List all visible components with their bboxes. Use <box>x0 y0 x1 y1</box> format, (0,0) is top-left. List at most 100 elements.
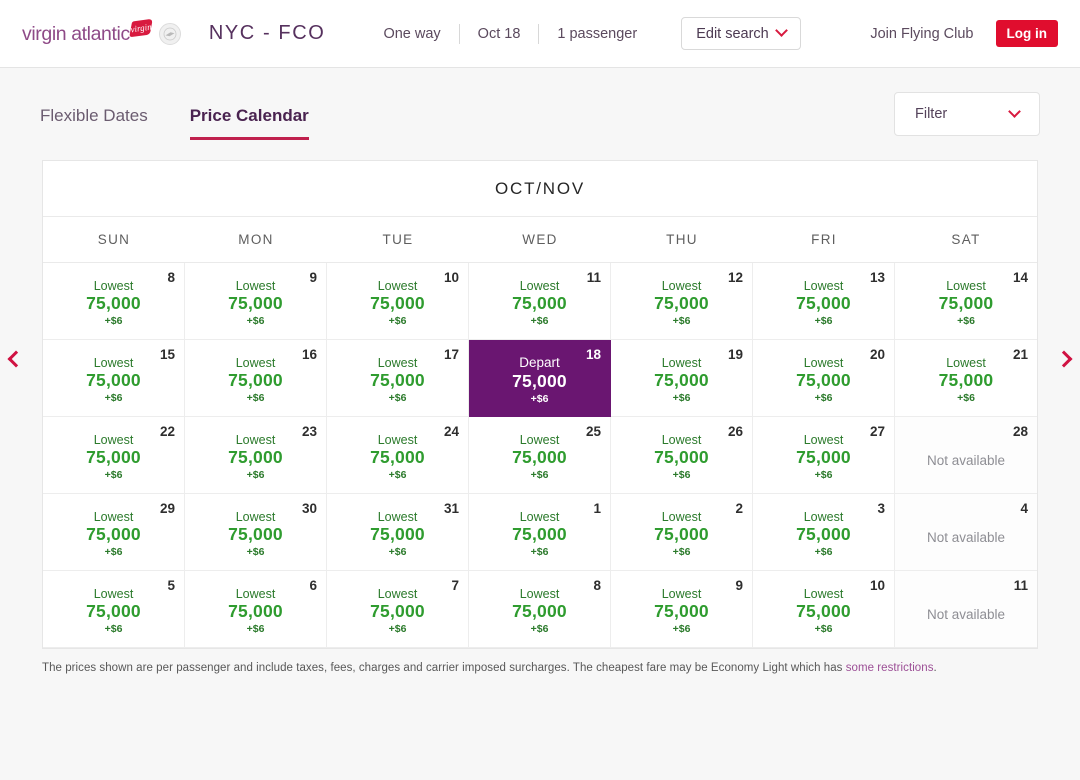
calendar-tax-value: +$6 <box>388 623 407 636</box>
calendar-day-cell[interactable]: 26 Lowest 75,000 +$6 <box>611 417 753 494</box>
tab-flexible-dates[interactable]: Flexible Dates <box>40 106 148 140</box>
login-button[interactable]: Log in <box>995 20 1058 47</box>
calendar-tax-value: +$6 <box>672 392 691 405</box>
calendar-day-number: 16 <box>301 347 317 362</box>
calendar-tax-value: +$6 <box>246 623 265 636</box>
calendar-day-number: 11 <box>586 270 601 285</box>
calendar-day-cell[interactable]: 12 Lowest 75,000 +$6 <box>611 263 753 340</box>
calendar-price-value: 75,000 <box>86 370 141 391</box>
calendar-tax-value: +$6 <box>814 469 833 482</box>
calendar-area: OCT/NOV SUN MON TUE WED THU FRI SAT 8 Low… <box>0 160 1080 674</box>
calendar-day-cell[interactable]: 25 Lowest 75,000 +$6 <box>469 417 611 494</box>
calendar-day-number: 10 <box>869 578 885 593</box>
calendar-day-cell[interactable]: 27 Lowest 75,000 +$6 <box>753 417 895 494</box>
calendar-tax-value: +$6 <box>672 623 691 636</box>
tabs-row: Flexible Dates Price Calendar Filter <box>0 68 1080 160</box>
calendar-day-cell[interactable]: 22 Lowest 75,000 +$6 <box>43 417 185 494</box>
calendar-lowest-label: Lowest <box>235 279 276 294</box>
calendar-day-cell[interactable]: 23 Lowest 75,000 +$6 <box>185 417 327 494</box>
calendar-price-value: 75,000 <box>796 524 851 545</box>
calendar-price-value: 75,000 <box>86 601 141 622</box>
calendar-day-cell[interactable]: 7 Lowest 75,000 +$6 <box>327 571 469 648</box>
calendar-day-cell[interactable]: 19 Lowest 75,000 +$6 <box>611 340 753 417</box>
calendar-tax-value: +$6 <box>530 623 549 636</box>
calendar-day-cell[interactable]: 24 Lowest 75,000 +$6 <box>327 417 469 494</box>
calendar-price-value: 75,000 <box>370 524 425 545</box>
calendar-day-number: 28 <box>1012 424 1028 439</box>
disclaimer-text-before: The prices shown are per passenger and i… <box>42 662 846 674</box>
calendar-day-cell[interactable]: 10 Lowest 75,000 +$6 <box>753 571 895 648</box>
calendar-lowest-label: Lowest <box>93 510 134 525</box>
tab-price-calendar[interactable]: Price Calendar <box>189 106 309 140</box>
calendar-day-cell[interactable]: 6 Lowest 75,000 +$6 <box>185 571 327 648</box>
calendar-day-number: 23 <box>301 424 317 439</box>
calendar-day-cell[interactable]: 2 Lowest 75,000 +$6 <box>611 494 753 571</box>
calendar-depart-label: Depart <box>519 355 560 371</box>
calendar-day-cell[interactable]: 3 Lowest 75,000 +$6 <box>753 494 895 571</box>
calendar-day-cell[interactable]: 17 Lowest 75,000 +$6 <box>327 340 469 417</box>
summary-trip-type: One way <box>383 25 441 42</box>
calendar-day-number: 25 <box>585 424 601 439</box>
calendar-day-cell[interactable]: 13 Lowest 75,000 +$6 <box>753 263 895 340</box>
calendar-day-cell[interactable]: 18 Depart 75,000 +$6 <box>469 340 611 417</box>
calendar-day-cell[interactable]: 20 Lowest 75,000 +$6 <box>753 340 895 417</box>
calendar-lowest-label: Lowest <box>519 279 560 294</box>
calendar-day-number: 12 <box>727 270 743 285</box>
previous-dates-button[interactable] <box>2 343 26 375</box>
calendar-price-value: 75,000 <box>512 371 567 391</box>
calendar-day-cell[interactable]: 5 Lowest 75,000 +$6 <box>43 571 185 648</box>
calendar-price-value: 75,000 <box>512 601 567 622</box>
calendar-price-value: 75,000 <box>796 447 851 468</box>
some-restrictions-link[interactable]: some restrictions <box>846 662 934 674</box>
calendar-tax-value: +$6 <box>246 469 265 482</box>
calendar-lowest-label: Lowest <box>93 587 134 602</box>
calendar-day-cell[interactable]: 10 Lowest 75,000 +$6 <box>327 263 469 340</box>
filter-button[interactable]: Filter <box>894 92 1040 136</box>
calendar-day-cell[interactable]: 9 Lowest 75,000 +$6 <box>185 263 327 340</box>
calendar-tax-value: +$6 <box>814 392 833 405</box>
edit-search-button[interactable]: Edit search <box>681 17 801 50</box>
calendar-tax-value: +$6 <box>530 315 549 328</box>
brand-wordmark: virgin atlantic <box>22 22 130 45</box>
day-header-tue: TUE <box>382 232 414 247</box>
calendar-day-cell[interactable]: 21 Lowest 75,000 +$6 <box>895 340 1037 417</box>
brand-logo[interactable]: virgin atlantic virgin <box>22 18 181 45</box>
calendar-tax-value: +$6 <box>530 546 549 559</box>
calendar-tax-value: +$6 <box>104 392 123 405</box>
calendar-day-cell[interactable]: 8 Lowest 75,000 +$6 <box>469 571 611 648</box>
calendar-price-value: 75,000 <box>654 293 709 314</box>
route-title: NYC - FCO <box>208 22 326 44</box>
calendar-day-cell[interactable]: 9 Lowest 75,000 +$6 <box>611 571 753 648</box>
calendar-tax-value: +$6 <box>957 315 975 328</box>
calendar-day-cell[interactable]: 14 Lowest 75,000 +$6 <box>895 263 1037 340</box>
calendar-lowest-label: Lowest <box>661 433 702 448</box>
calendar-day-cell[interactable]: 31 Lowest 75,000 +$6 <box>327 494 469 571</box>
calendar-grid: 8 Lowest 75,000 +$6 9 Lowest 75,000 +$6 10 Lowest… <box>43 263 1037 648</box>
calendar-day-number: 8 <box>167 270 175 285</box>
calendar-day-cell[interactable]: 16 Lowest 75,000 +$6 <box>185 340 327 417</box>
chevron-left-icon <box>7 350 25 368</box>
join-flying-club-link[interactable]: Join Flying Club <box>870 26 973 42</box>
calendar-day-number: 30 <box>301 501 317 516</box>
next-dates-button[interactable] <box>1054 343 1078 375</box>
calendar-day-number: 3 <box>877 501 885 516</box>
calendar-day-cell[interactable]: 29 Lowest 75,000 +$6 <box>43 494 185 571</box>
site-header: virgin atlantic virgin NYC - FCO One way… <box>0 0 1080 68</box>
calendar-price-value: 75,000 <box>512 447 567 468</box>
calendar-price-value: 75,000 <box>370 601 425 622</box>
calendar-day-cell[interactable]: 8 Lowest 75,000 +$6 <box>43 263 185 340</box>
calendar-month-header: OCT/NOV <box>43 161 1037 217</box>
calendar-day-cell[interactable]: 1 Lowest 75,000 +$6 <box>469 494 611 571</box>
calendar-tax-value: +$6 <box>814 546 833 559</box>
price-calendar: OCT/NOV SUN MON TUE WED THU FRI SAT 8 Low… <box>42 160 1038 649</box>
calendar-price-value: 75,000 <box>86 524 141 545</box>
calendar-day-number: 22 <box>159 424 175 439</box>
calendar-day-number: 19 <box>727 347 743 362</box>
calendar-day-cell[interactable]: 15 Lowest 75,000 +$6 <box>43 340 185 417</box>
calendar-day-cell[interactable]: 11 Lowest 75,000 +$6 <box>469 263 611 340</box>
calendar-lowest-label: Lowest <box>93 433 134 448</box>
calendar-day-cell[interactable]: 30 Lowest 75,000 +$6 <box>185 494 327 571</box>
chevron-down-icon <box>774 24 788 37</box>
calendar-price-value: 75,000 <box>86 293 141 314</box>
calendar-tax-value: +$6 <box>672 315 691 328</box>
